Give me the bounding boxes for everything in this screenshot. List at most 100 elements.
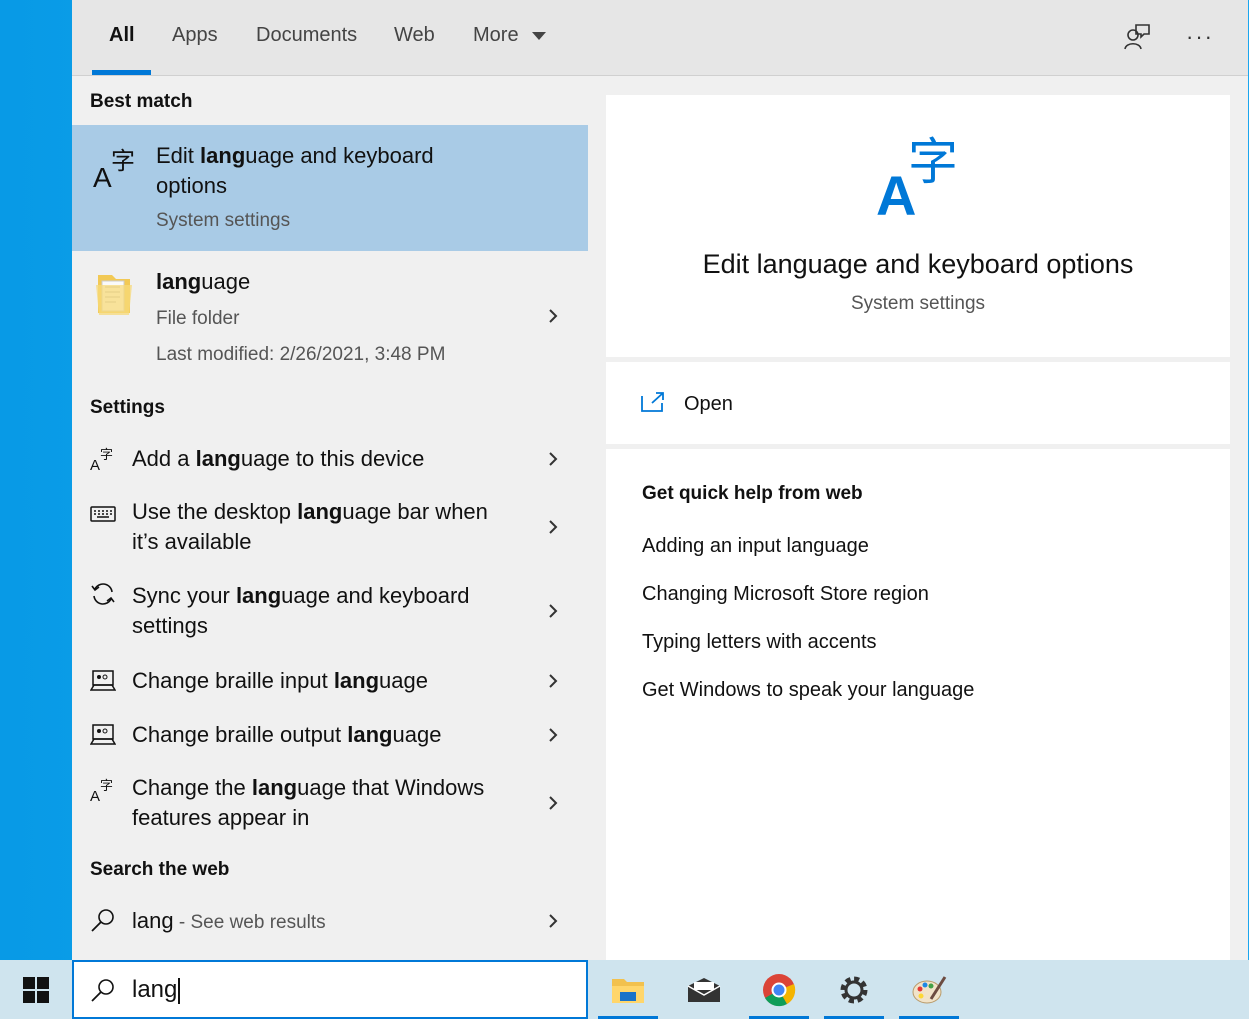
chevron-right-icon[interactable] [546, 604, 560, 618]
tab-apps[interactable]: Apps [172, 24, 218, 47]
settings-item-braille-input[interactable]: Change braille input language [72, 655, 588, 707]
chevron-right-icon[interactable] [546, 728, 560, 742]
active-tab-indicator [92, 70, 151, 75]
search-tabs-bar: All Apps Documents Web More ··· [72, 0, 1248, 76]
best-match-title-rest: uage and keyboard [245, 143, 434, 168]
settings-gear-icon [840, 976, 868, 1003]
search-web-header: Search the web [90, 859, 230, 880]
folder-title: language [156, 267, 250, 297]
preview-subtitle: System settings [850, 293, 986, 314]
folder-title-rest: uage [201, 269, 251, 294]
settings-item-language-bar[interactable]: Use the desktop language bar when it’s av… [72, 493, 588, 563]
settings-item-add-language[interactable]: A 字 Add a language to this device [72, 433, 588, 485]
text-caret [178, 977, 181, 1004]
label-pre: Change braille output [132, 722, 348, 747]
chevron-right-icon[interactable] [546, 452, 560, 466]
label-post: uage to this device [240, 446, 425, 471]
braille-icon [90, 724, 116, 745]
search-icon [91, 909, 114, 932]
language-icon: A 字 [90, 779, 113, 803]
ellipsis-icon: ··· [1186, 24, 1214, 49]
chevron-right-icon[interactable] [546, 520, 560, 534]
help-link[interactable]: Changing Microsoft Store region [642, 583, 929, 606]
settings-item-label: Change braille input language [132, 666, 428, 696]
search-icon [91, 979, 114, 1002]
open-label: Open [684, 393, 733, 415]
braille-icon [90, 670, 116, 691]
taskbar: lang [0, 960, 1249, 1019]
more-options-button[interactable]: ··· [1185, 22, 1215, 52]
quick-help-header: Get quick help from web [642, 483, 863, 504]
web-search-result[interactable]: lang - See web results [72, 895, 588, 947]
label-post: uage that Windows [297, 775, 485, 800]
taskbar-search-input[interactable]: lang [72, 960, 588, 1019]
label-line2: it’s available [132, 529, 252, 554]
open-icon [641, 392, 664, 412]
label-bold: lang [347, 722, 393, 747]
taskbar-mail[interactable] [674, 960, 734, 1019]
svg-text:A: A [93, 162, 112, 191]
best-match-header: Best match [90, 91, 193, 112]
help-link[interactable]: Adding an input language [642, 535, 869, 558]
best-match-title-bold: lang [200, 143, 246, 168]
preview-card: A 字 Edit language and keyboard options S… [606, 95, 1230, 357]
taskbar-paint[interactable] [899, 960, 959, 1019]
best-match-title-prefix: Edit [156, 143, 201, 168]
language-icon: A 字 [876, 133, 958, 219]
open-action[interactable]: Open [606, 362, 1230, 444]
folder-result-item[interactable]: language File folder Last modified: 2/26… [72, 251, 588, 377]
tab-web[interactable]: Web [394, 24, 435, 47]
feedback-button[interactable] [1122, 22, 1152, 52]
folder-title-bold: lang [156, 269, 202, 294]
label-line2: settings [132, 613, 208, 638]
label-bold: lang [235, 583, 282, 608]
best-match-subtitle: System settings [156, 210, 291, 231]
label-line2: features appear in [132, 805, 310, 830]
svg-text:字: 字 [100, 448, 113, 463]
best-match-title-line2: options [156, 173, 227, 198]
chevron-right-icon[interactable] [546, 796, 560, 810]
best-match-title: Edit language and keyboard options [156, 141, 434, 201]
chevron-right-icon[interactable] [546, 914, 560, 928]
search-value: lang [132, 976, 181, 1004]
settings-item-braille-output[interactable]: Change braille output language [72, 709, 588, 761]
web-query: lang [132, 908, 174, 933]
label-post: uage [379, 668, 428, 693]
sync-icon [91, 583, 115, 605]
tab-all[interactable]: All [109, 24, 135, 47]
help-link[interactable]: Get Windows to speak your language [642, 679, 974, 702]
chevron-right-icon[interactable] [546, 309, 560, 323]
mail-icon [687, 977, 721, 1002]
svg-text:字: 字 [111, 147, 135, 175]
start-button[interactable] [0, 960, 72, 1019]
label-pre: Change braille input [132, 668, 334, 693]
label-pre: Use the desktop [132, 499, 298, 524]
label-pre: Change the [132, 775, 252, 800]
caret-down-icon [532, 31, 547, 40]
tab-more[interactable]: More [473, 24, 547, 47]
keyboard-icon [90, 506, 116, 522]
label-post: uage and keyboard [281, 583, 470, 608]
settings-item-label: Sync your language and keyboard settings [132, 581, 470, 641]
label-bold: lang [251, 775, 298, 800]
tab-documents[interactable]: Documents [256, 24, 357, 47]
settings-item-sync-language[interactable]: Sync your language and keyboard settings [72, 577, 588, 647]
label-bold: lang [297, 499, 343, 524]
folder-modified: Last modified: 2/26/2021, 3:48 PM [156, 344, 446, 365]
settings-item-label: Change the language that Windows features… [132, 773, 484, 833]
help-link[interactable]: Typing letters with accents [642, 631, 877, 654]
web-result-label: lang - See web results [132, 906, 326, 938]
quick-help-section: Get quick help from web Adding an input … [606, 449, 1230, 960]
taskbar-chrome[interactable] [749, 960, 809, 1019]
settings-item-label: Add a language to this device [132, 444, 424, 474]
best-match-item[interactable]: A 字 Edit language and keyboard options S… [72, 125, 588, 251]
svg-text:A: A [90, 457, 100, 472]
paint-icon [912, 975, 947, 1003]
taskbar-settings[interactable] [824, 960, 884, 1019]
tab-more-label: More [473, 24, 519, 46]
chevron-right-icon[interactable] [546, 674, 560, 688]
folder-icon [96, 275, 132, 315]
taskbar-file-explorer[interactable] [598, 960, 658, 1019]
settings-item-windows-display-language[interactable]: A 字 Change the language that Windows feat… [72, 769, 588, 839]
settings-item-label: Use the desktop language bar when it’s av… [132, 497, 488, 557]
